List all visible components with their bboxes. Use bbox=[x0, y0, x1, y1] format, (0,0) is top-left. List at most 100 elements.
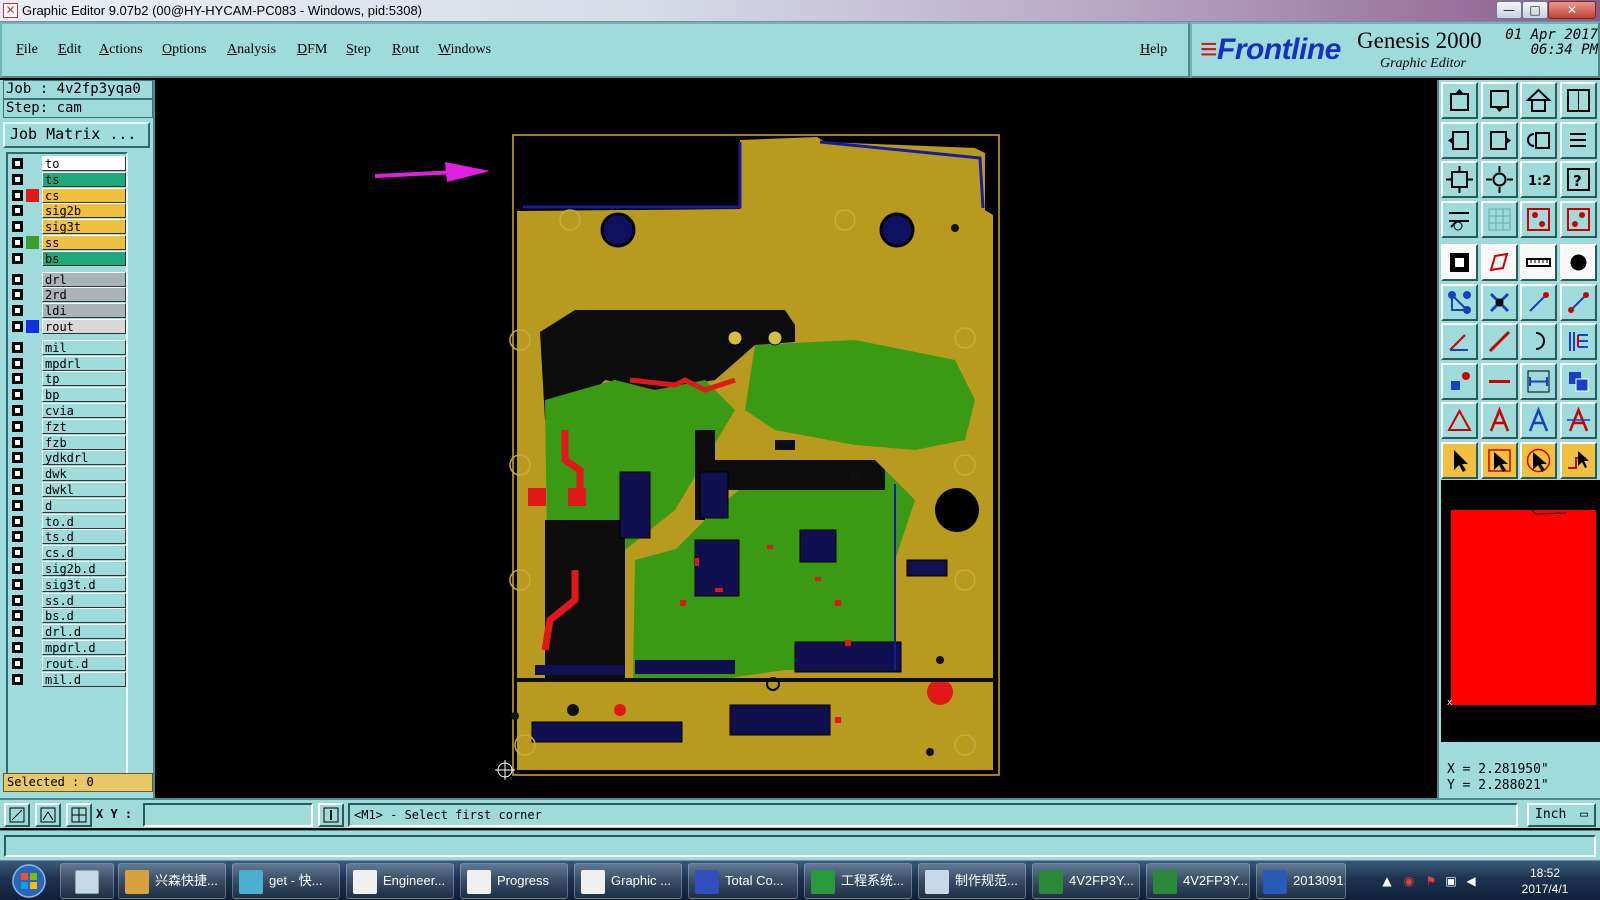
menu-file[interactable]: File bbox=[16, 41, 38, 59]
layer-color-swatch[interactable] bbox=[26, 404, 39, 417]
taskbar-item[interactable]: Engineer... bbox=[346, 863, 454, 899]
home-button[interactable] bbox=[1520, 82, 1557, 119]
layer-name[interactable]: bp bbox=[42, 387, 126, 403]
zoom-center-button[interactable] bbox=[1480, 161, 1518, 198]
layer-row-bp[interactable]: bp bbox=[10, 387, 126, 403]
layer-name[interactable]: d bbox=[42, 497, 126, 513]
layer-checkbox[interactable] bbox=[12, 515, 23, 527]
layer-checkbox[interactable] bbox=[12, 531, 23, 543]
layer-name[interactable]: cs.d bbox=[42, 545, 126, 561]
zoom-fit-button[interactable] bbox=[1441, 161, 1478, 198]
arc-button[interactable] bbox=[1520, 323, 1557, 360]
menu-actions[interactable]: Actions bbox=[99, 41, 143, 59]
layer-name[interactable]: cs bbox=[42, 187, 126, 203]
taskbar-item[interactable]: Graphic ... bbox=[574, 863, 682, 899]
triangle-button[interactable] bbox=[1441, 402, 1478, 439]
taskbar-item[interactable]: 兴森快捷... bbox=[118, 863, 226, 899]
layer-name[interactable]: fzt bbox=[42, 418, 126, 434]
job-matrix-button[interactable]: Job Matrix ... bbox=[3, 122, 150, 148]
layer-checkbox[interactable] bbox=[12, 484, 23, 495]
layer-name[interactable]: bs.d bbox=[42, 608, 126, 624]
taskbar-item[interactable]: Total Co... bbox=[688, 863, 798, 899]
layer-row-drl[interactable]: drl bbox=[10, 271, 126, 287]
layer-name[interactable]: ss bbox=[42, 235, 126, 250]
layer-name[interactable]: dwk bbox=[42, 466, 126, 482]
layer-row-sig3t-d[interactable]: sig3t.d bbox=[10, 576, 126, 592]
layer-checkbox[interactable] bbox=[12, 642, 23, 653]
zoom-box-button[interactable] bbox=[4, 803, 30, 827]
layer-checkbox[interactable] bbox=[12, 452, 23, 464]
layer-name[interactable]: rout bbox=[42, 319, 126, 334]
text-a-alt-button[interactable] bbox=[1520, 402, 1557, 439]
menu-rout[interactable]: Rout bbox=[392, 41, 419, 59]
layer-name[interactable]: ts.d bbox=[42, 529, 126, 545]
layer-name[interactable]: sig3t.d bbox=[42, 576, 126, 592]
layer-checkbox[interactable] bbox=[12, 252, 23, 264]
menu-edit[interactable]: Edit bbox=[58, 41, 81, 59]
layer-color-swatch[interactable] bbox=[26, 372, 39, 385]
layer-name[interactable]: ss.d bbox=[42, 592, 126, 608]
layer-name[interactable]: sig3t bbox=[42, 219, 126, 235]
layer-row-bs-d[interactable]: bs.d bbox=[10, 608, 126, 624]
snap-red-button[interactable] bbox=[1520, 200, 1557, 238]
layer-name[interactable]: drl bbox=[42, 271, 126, 287]
layer-color-swatch[interactable] bbox=[26, 515, 39, 528]
layer-color-swatch[interactable] bbox=[26, 236, 39, 249]
layer-checkbox[interactable] bbox=[12, 158, 23, 169]
layer-color-swatch[interactable] bbox=[26, 483, 39, 496]
layer-name[interactable]: sig2b.d bbox=[42, 561, 126, 576]
graphic-canvas[interactable] bbox=[155, 80, 1435, 798]
window-button[interactable] bbox=[1559, 82, 1597, 119]
dash-button[interactable] bbox=[1480, 362, 1518, 400]
snap-red-alt-button[interactable] bbox=[1559, 200, 1597, 238]
measure-button[interactable] bbox=[1441, 200, 1478, 238]
layer-color-swatch[interactable] bbox=[26, 499, 39, 512]
layer-color-swatch[interactable] bbox=[26, 530, 39, 543]
layer-color-swatch[interactable] bbox=[26, 341, 39, 354]
taskbar-item[interactable]: 4V2FP3Y... bbox=[1146, 863, 1250, 899]
layer-color-swatch[interactable] bbox=[26, 357, 39, 370]
diag-line-button[interactable] bbox=[1480, 323, 1518, 360]
xy-input[interactable] bbox=[143, 803, 313, 827]
layer-name[interactable]: fzb bbox=[42, 434, 126, 450]
layer-color-swatch[interactable] bbox=[26, 562, 39, 575]
layer-row-cvia[interactable]: cvia bbox=[10, 403, 126, 418]
layer-row-mil[interactable]: mil bbox=[10, 339, 126, 355]
layer-color-swatch[interactable] bbox=[26, 594, 39, 607]
layer-row-cs[interactable]: cs bbox=[10, 187, 126, 203]
units-selector[interactable]: Inch ▭ bbox=[1527, 803, 1596, 827]
layer-row-sig3t[interactable]: sig3t bbox=[10, 219, 126, 235]
layer-name[interactable]: 2rd bbox=[42, 287, 126, 303]
offset-button[interactable] bbox=[1559, 323, 1597, 360]
layer-color-swatch[interactable] bbox=[26, 252, 39, 265]
layer-row-fzb[interactable]: fzb bbox=[10, 434, 126, 450]
maximize-button[interactable]: □ bbox=[1522, 1, 1548, 19]
layer-name[interactable]: ydkdrl bbox=[42, 450, 126, 466]
pointer-route-button[interactable] bbox=[1559, 441, 1597, 479]
layer-checkbox[interactable] bbox=[12, 289, 23, 301]
layer-checkbox[interactable] bbox=[12, 221, 23, 233]
layer-row-2rd[interactable]: 2rd bbox=[10, 287, 126, 303]
tray-arrow-icon[interactable]: ▲ bbox=[1380, 874, 1394, 888]
pointer-button[interactable] bbox=[1441, 441, 1478, 479]
layer-color-swatch[interactable] bbox=[26, 578, 39, 591]
tray-flag-icon[interactable]: ⚑ bbox=[1424, 874, 1438, 888]
tray-network-icon[interactable]: ▣ bbox=[1444, 874, 1458, 888]
layer-checkbox[interactable] bbox=[12, 547, 23, 559]
menu-options[interactable]: Options bbox=[162, 41, 206, 59]
layer-name[interactable]: rout.d bbox=[42, 655, 126, 671]
layer-checkbox[interactable] bbox=[12, 626, 23, 638]
layer-row-dwk[interactable]: dwk bbox=[10, 466, 126, 482]
pan-right-button[interactable] bbox=[1480, 121, 1518, 159]
layer-checkbox[interactable] bbox=[12, 237, 23, 248]
layer-row-to[interactable]: to bbox=[10, 156, 126, 171]
layer-row-to-d[interactable]: to.d bbox=[10, 513, 126, 529]
layer-color-swatch[interactable] bbox=[26, 320, 39, 333]
menu-step[interactable]: Step bbox=[346, 41, 371, 59]
tray-app-icon[interactable]: ◉ bbox=[1402, 874, 1416, 888]
layer-row-fzt[interactable]: fzt bbox=[10, 418, 126, 434]
layer-name[interactable]: ts bbox=[42, 171, 126, 187]
layer-color-swatch[interactable] bbox=[26, 157, 39, 170]
taskbar-item[interactable]: 2013091... bbox=[1256, 863, 1346, 899]
layer-checkbox[interactable] bbox=[12, 657, 23, 669]
